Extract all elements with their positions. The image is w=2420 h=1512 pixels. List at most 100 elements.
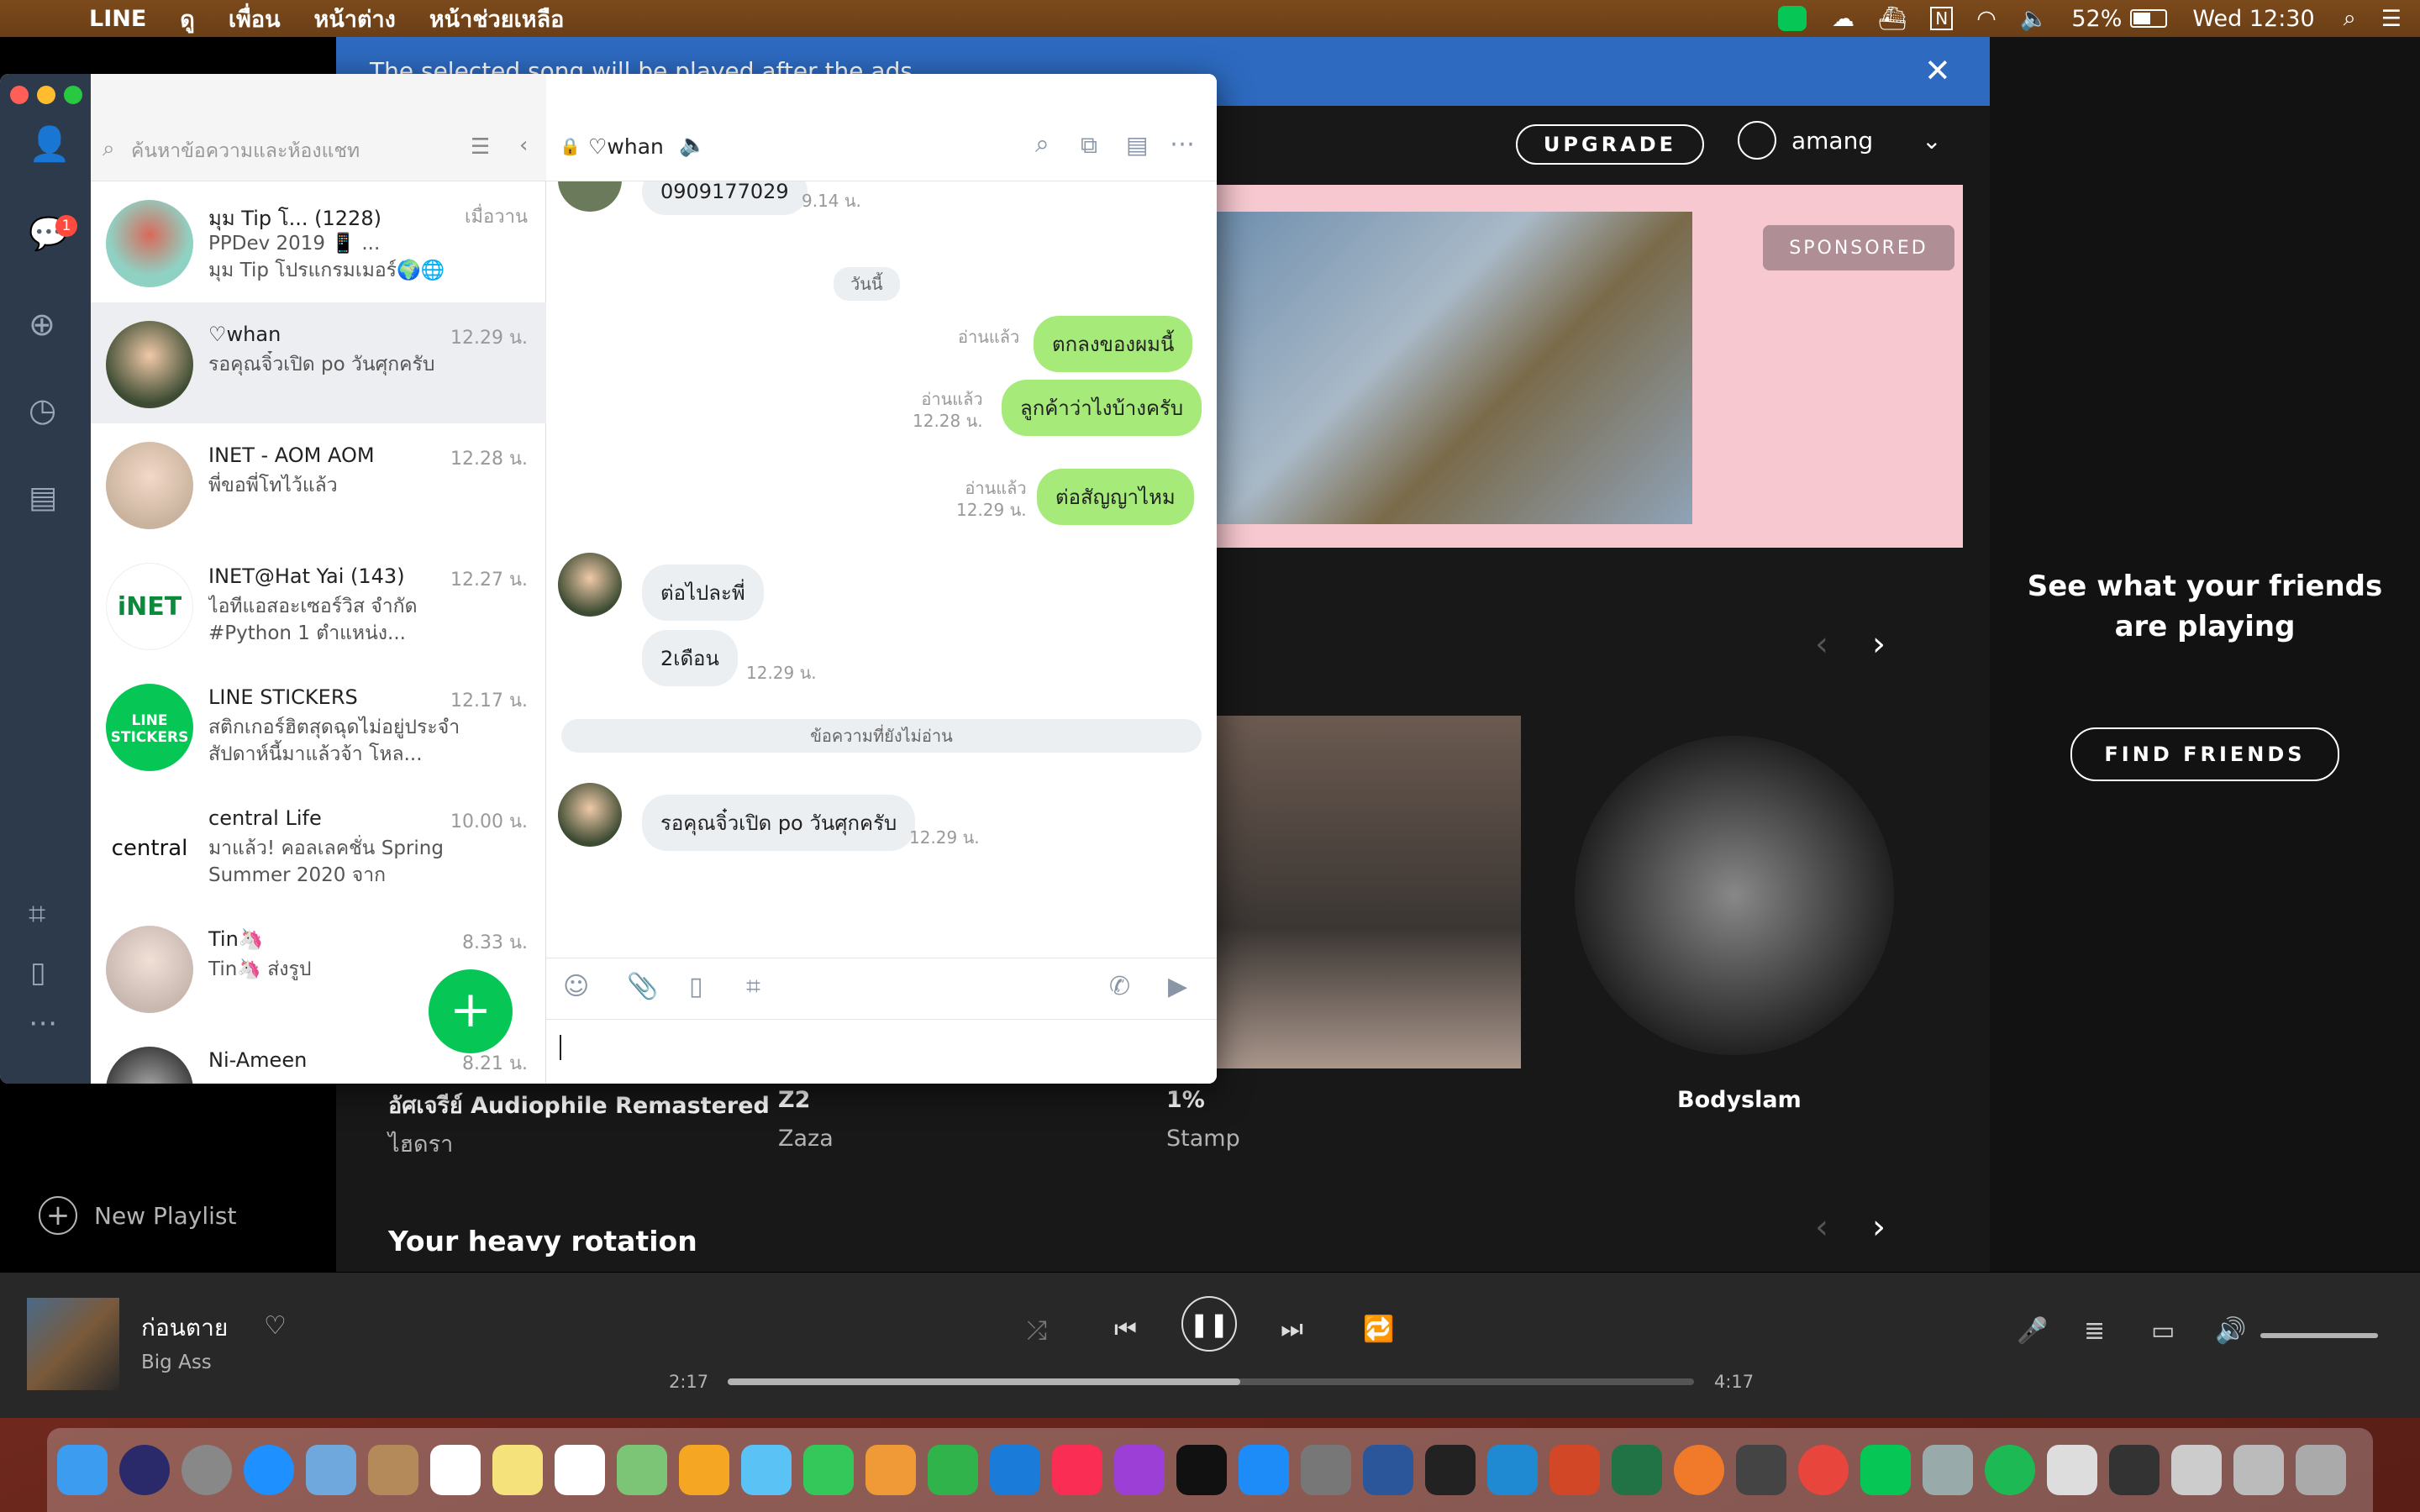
now-playing-cover[interactable] bbox=[27, 1298, 119, 1390]
album-title[interactable]: Z2 bbox=[778, 1087, 810, 1113]
outgoing-message[interactable]: ตกลงของผมนี้ bbox=[1034, 316, 1193, 372]
music-icon[interactable] bbox=[1052, 1445, 1102, 1495]
spotlight-icon[interactable]: ⌕ bbox=[2344, 5, 2356, 32]
user-menu[interactable]: amang ⌄ bbox=[1738, 121, 1942, 160]
messages-icon[interactable] bbox=[741, 1445, 792, 1495]
downloads-stack-icon[interactable] bbox=[2233, 1445, 2284, 1495]
chat-item[interactable]: INET - AOM AOM 12.28 น. พี่ขอพี่โทไว้แล้… bbox=[91, 423, 546, 544]
lyrics-icon[interactable]: 🎤 bbox=[2017, 1316, 2048, 1346]
wifi-icon[interactable]: ◠ bbox=[1976, 6, 1996, 32]
clock[interactable]: Wed 12:30 bbox=[2192, 6, 2314, 32]
screenshot-nav-icon[interactable]: ⌗ bbox=[29, 897, 45, 932]
keynote-icon[interactable] bbox=[990, 1445, 1040, 1495]
finder-icon[interactable] bbox=[57, 1445, 108, 1495]
zoom-window-button[interactable] bbox=[64, 86, 82, 104]
more-nav-icon[interactable]: ⋯ bbox=[29, 1006, 57, 1040]
collapse-icon[interactable]: ‹ bbox=[519, 133, 528, 158]
progress-bar[interactable] bbox=[728, 1378, 1694, 1385]
sort-menu-icon[interactable]: ☰ bbox=[471, 134, 490, 160]
document-icon[interactable] bbox=[2047, 1445, 2097, 1495]
chat-item[interactable]: LINE STICKERS LINE STICKERS 12.17 น. สติก… bbox=[91, 665, 546, 786]
shuffle-icon[interactable]: ⤮ bbox=[1027, 1316, 1047, 1346]
podcasts-icon[interactable] bbox=[1114, 1445, 1165, 1495]
numbers-icon[interactable] bbox=[928, 1445, 978, 1495]
pages-icon[interactable] bbox=[865, 1445, 916, 1495]
album-title[interactable]: 1% bbox=[1166, 1087, 1205, 1113]
launchpad-icon[interactable] bbox=[182, 1445, 232, 1495]
battery-icon[interactable] bbox=[2130, 9, 2168, 28]
rotation-next-icon[interactable]: › bbox=[1872, 1208, 1886, 1247]
siri-icon[interactable] bbox=[119, 1445, 170, 1495]
bookmark-icon[interactable]: ▯ bbox=[689, 972, 703, 1001]
chat-item[interactable]: central central Life 10.00 น. มาแล้ว! คอ… bbox=[91, 786, 546, 907]
safari-icon[interactable] bbox=[244, 1445, 294, 1495]
album-artist[interactable]: Zaza bbox=[778, 1126, 834, 1152]
contacts-icon[interactable] bbox=[368, 1445, 418, 1495]
queue-icon[interactable]: ≣ bbox=[2084, 1316, 2105, 1346]
mute-icon[interactable]: 🔈 bbox=[679, 133, 706, 158]
reminders-icon[interactable] bbox=[555, 1445, 605, 1495]
cloud-icon[interactable]: ☁ bbox=[1832, 6, 1854, 32]
emoji-icon[interactable]: ☺ bbox=[563, 972, 589, 1001]
close-window-button[interactable] bbox=[10, 86, 29, 104]
add-friend-nav-icon[interactable]: ⊕ bbox=[29, 306, 55, 343]
line-status-icon[interactable] bbox=[1777, 6, 1807, 31]
search-bar[interactable]: ⌕ ค้นหาข้อความและห้องแชท ☰ ‹ bbox=[91, 74, 546, 181]
chat-item[interactable]: มุม Tip โ... (1228) เมื่อวาน PPDev 2019 … bbox=[91, 181, 546, 302]
maps-icon[interactable] bbox=[617, 1445, 667, 1495]
call-icon[interactable]: ✆ bbox=[1109, 972, 1130, 1001]
track-artist[interactable]: Big Ass bbox=[141, 1352, 212, 1373]
album-title[interactable]: Bodyslam bbox=[1677, 1087, 1802, 1113]
track-title[interactable]: ก่อนตาย bbox=[141, 1310, 228, 1347]
carousel-next-icon[interactable]: › bbox=[1872, 625, 1886, 664]
pencil-icon[interactable] bbox=[1674, 1445, 1724, 1495]
vscode-icon[interactable] bbox=[1487, 1445, 1538, 1495]
upgrade-button[interactable]: UPGRADE bbox=[1516, 124, 1704, 165]
ad-panel[interactable]: SPONSORED bbox=[1217, 185, 1963, 548]
incoming-message[interactable]: รอคุณจิ๋วเปิด po วันศุกครับ bbox=[642, 795, 916, 851]
more-icon[interactable]: ⋯ bbox=[1170, 129, 1195, 159]
trash-icon[interactable] bbox=[2296, 1445, 2346, 1495]
app-menu[interactable]: LINE bbox=[89, 6, 146, 32]
album-artist[interactable]: ไฮดรา bbox=[388, 1126, 453, 1162]
sublime-icon[interactable] bbox=[1736, 1445, 1786, 1495]
window-stack-icon[interactable] bbox=[2171, 1445, 2222, 1495]
volume-icon[interactable]: 🔈 bbox=[2020, 5, 2049, 32]
menu-window[interactable]: หน้าต่าง bbox=[314, 1, 396, 37]
search-input[interactable]: ค้นหาข้อความและห้องแชท bbox=[131, 136, 360, 166]
screenshot-icon[interactable]: ⌗ bbox=[746, 972, 760, 1001]
menu-help[interactable]: หน้าช่วยเหลือ bbox=[429, 1, 565, 37]
outgoing-message[interactable]: ต่อสัญญาไหม bbox=[1037, 469, 1194, 525]
keep-nav-icon[interactable]: ▯ bbox=[30, 956, 46, 990]
chat-item-selected[interactable]: ♡whan 12.29 น. รอคุณจิ๋วเปิด po วันศุกคร… bbox=[91, 302, 546, 423]
video-call-icon[interactable]: ▶ bbox=[1168, 972, 1187, 1001]
repeat-icon[interactable]: 🔁 bbox=[1363, 1315, 1394, 1344]
news-nav-icon[interactable]: ▤ bbox=[29, 480, 57, 515]
notion-icon[interactable]: N bbox=[1930, 7, 1954, 30]
tv-icon[interactable] bbox=[1176, 1445, 1227, 1495]
album-title[interactable]: อัศเจรีย์ Audiophile Remastered bbox=[388, 1087, 770, 1123]
heart-icon[interactable]: ♡ bbox=[264, 1311, 287, 1341]
system-preferences-icon[interactable] bbox=[1301, 1445, 1351, 1495]
attach-icon[interactable]: 📎 bbox=[627, 972, 658, 1001]
terminal-stack-icon[interactable] bbox=[2109, 1445, 2160, 1495]
facetime-icon[interactable] bbox=[803, 1445, 854, 1495]
spotify-icon[interactable] bbox=[1985, 1445, 2035, 1495]
notes-icon[interactable] bbox=[492, 1445, 543, 1495]
docker-icon[interactable]: ⛴ bbox=[1878, 5, 1907, 32]
chat-search-icon[interactable]: ⌕ bbox=[1035, 129, 1050, 159]
app-store-icon[interactable] bbox=[1239, 1445, 1289, 1495]
photos-icon[interactable] bbox=[679, 1445, 729, 1495]
speaker-icon[interactable]: 🔊 bbox=[2215, 1316, 2246, 1346]
notification-center-icon[interactable]: ☰ bbox=[2381, 6, 2402, 32]
close-icon[interactable]: ✕ bbox=[1924, 52, 1951, 89]
album-cover-z2[interactable] bbox=[1217, 716, 1521, 1068]
chat-item[interactable]: iNET INET@Hat Yai (143) 12.27 น. ไอทีแอส… bbox=[91, 544, 546, 665]
friends-nav-icon[interactable]: 👤 bbox=[29, 124, 71, 164]
volume-slider[interactable] bbox=[2260, 1333, 2378, 1338]
minimize-window-button[interactable] bbox=[37, 86, 55, 104]
outgoing-message[interactable]: ลูกค้าว่าไงบ้างครับ bbox=[1002, 380, 1202, 436]
incoming-message[interactable]: 0909177029 bbox=[642, 181, 808, 215]
album-cover-bodyslam[interactable] bbox=[1575, 736, 1894, 1055]
album-artist[interactable]: Stamp bbox=[1166, 1126, 1240, 1152]
